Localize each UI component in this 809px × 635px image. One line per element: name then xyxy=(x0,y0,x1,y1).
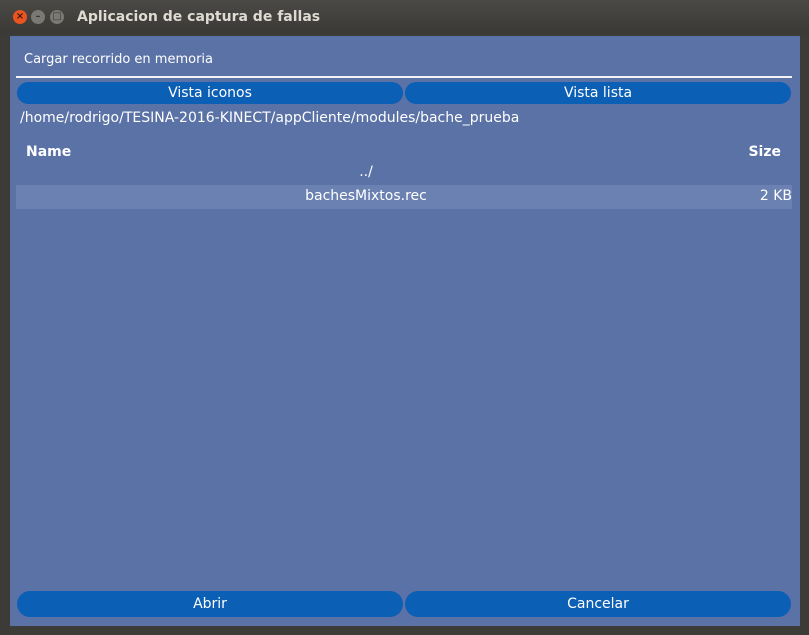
current-path: /home/rodrigo/TESINA-2016-KINECT/appClie… xyxy=(20,110,520,126)
titlebar: × – □ Aplicacion de captura de fallas xyxy=(0,0,809,34)
app-window: × – □ Aplicacion de captura de fallas Ca… xyxy=(0,0,809,635)
maximize-icon: □ xyxy=(52,11,62,22)
file-size: 2 KB xyxy=(759,188,792,204)
window-close-button[interactable]: × xyxy=(13,10,27,24)
view-list-button[interactable]: Vista lista xyxy=(405,82,791,104)
file-row[interactable]: bachesMixtos.rec 2 KB xyxy=(16,185,792,209)
window-maximize-button[interactable]: □ xyxy=(50,10,64,24)
file-row-parent[interactable]: ../ xyxy=(16,161,792,185)
window-title: Aplicacion de captura de fallas xyxy=(77,9,321,25)
column-header-size[interactable]: Size xyxy=(748,144,781,160)
heading-divider xyxy=(16,76,792,78)
minimize-icon: – xyxy=(35,11,41,22)
window-minimize-button[interactable]: – xyxy=(31,10,45,24)
file-name: ../ xyxy=(359,164,373,180)
open-button[interactable]: Abrir xyxy=(17,591,403,617)
column-header-name[interactable]: Name xyxy=(26,144,71,160)
file-name: bachesMixtos.rec xyxy=(305,188,427,204)
dialog-heading: Cargar recorrido en memoria xyxy=(24,52,213,67)
cancel-button[interactable]: Cancelar xyxy=(405,591,791,617)
file-dialog: Cargar recorrido en memoria Vista iconos… xyxy=(10,36,800,626)
view-icons-button[interactable]: Vista iconos xyxy=(17,82,403,104)
close-icon: × xyxy=(15,11,25,22)
